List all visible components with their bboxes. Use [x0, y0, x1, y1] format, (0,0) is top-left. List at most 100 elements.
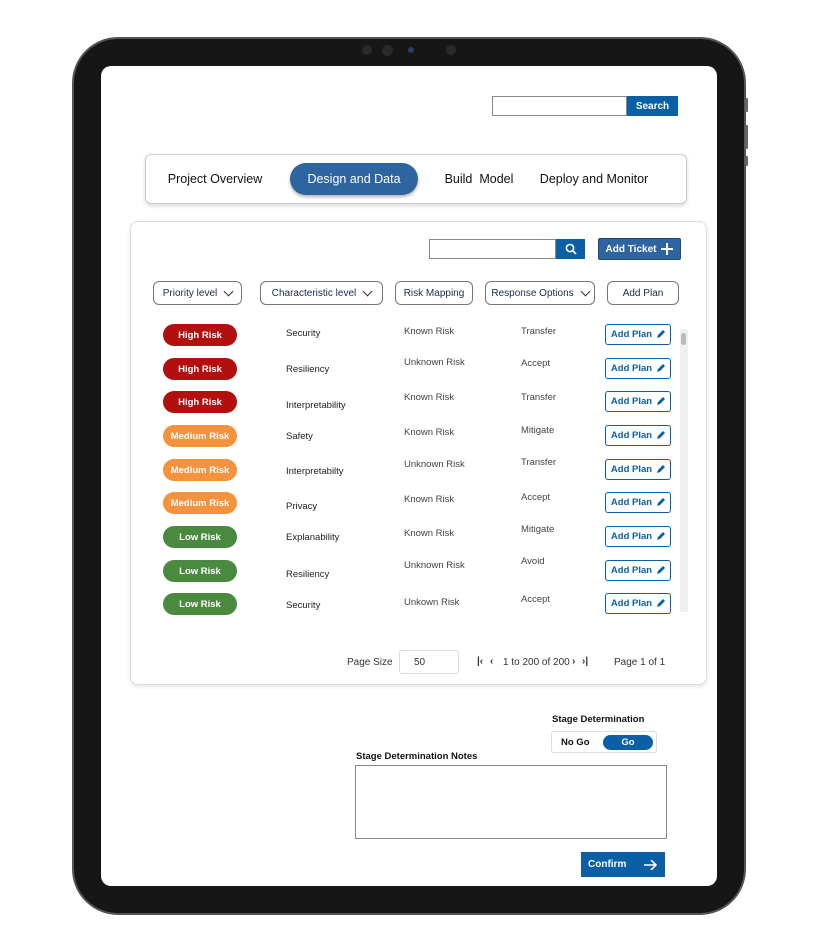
add-plan-label: Add Plan	[610, 430, 653, 441]
characteristic-cell: Security	[286, 600, 321, 611]
characteristic-level-label: Characteristic level	[271, 287, 357, 299]
add-plan-label: Add Plan	[610, 497, 653, 508]
scrollbar-track[interactable]	[680, 329, 688, 612]
device-button	[745, 98, 748, 112]
search-icon	[565, 243, 577, 255]
camera-dot	[362, 45, 372, 55]
characteristic-cell: Safety	[286, 431, 313, 442]
add-plan-button[interactable]: Add Plan	[605, 593, 671, 614]
response-options-dropdown[interactable]: Response Options	[485, 281, 595, 305]
characteristic-cell: Interpretability	[286, 400, 346, 411]
table-row: High Risk Interpretability Known Risk Tr…	[131, 387, 671, 417]
confirm-button[interactable]: Confirm	[581, 852, 665, 877]
characteristic-cell: Resiliency	[286, 364, 330, 375]
table-row: Low Risk Security Unkown Risk Accept Add…	[131, 589, 671, 619]
risk-mapping-cell: Known Risk	[404, 528, 455, 539]
risk-badge: High Risk	[163, 324, 237, 346]
tab-deploy-and-monitor[interactable]: Deploy and Monitor	[534, 163, 654, 195]
priority-level-dropdown[interactable]: Priority level	[153, 281, 242, 305]
risk-mapping-label: Risk Mapping	[403, 287, 465, 299]
add-plan-label: Add Plan	[610, 598, 653, 609]
table-row: Medium Risk Interpretabilty Unknown Risk…	[131, 455, 671, 485]
next-page-button[interactable]: ›	[572, 656, 575, 667]
device-button	[745, 125, 748, 149]
add-plan-label: Add Plan	[610, 329, 653, 340]
characteristic-cell: Resiliency	[286, 569, 330, 580]
pencil-icon	[657, 330, 666, 338]
characteristic-cell: Explanability	[286, 532, 340, 543]
first-page-button[interactable]: |‹	[477, 656, 483, 667]
characteristic-level-dropdown[interactable]: Characteristic level	[260, 281, 383, 305]
risk-mapping-cell: Known Risk	[404, 494, 455, 505]
chevron-down-icon	[580, 286, 591, 296]
risk-mapping-cell: Known Risk	[404, 427, 455, 438]
add-ticket-label: Add Ticket	[605, 243, 657, 255]
add-plan-button[interactable]: Add Plan	[605, 391, 671, 412]
risk-badge: Medium Risk	[163, 459, 237, 481]
characteristic-cell: Privacy	[286, 501, 318, 512]
pencil-icon	[657, 364, 666, 372]
screen: Search Project Overview Design and Data …	[101, 66, 717, 886]
add-plan-button[interactable]: Add Plan	[605, 492, 671, 513]
go-option[interactable]: Go	[603, 735, 653, 750]
add-plan-button[interactable]: Add Plan	[605, 560, 671, 581]
characteristic-cell: Interpretabilty	[286, 466, 344, 477]
risk-mapping-button[interactable]: Risk Mapping	[395, 281, 473, 305]
tab-project-overview[interactable]: Project Overview	[160, 163, 270, 195]
risk-badge: Medium Risk	[163, 425, 237, 447]
plus-icon	[661, 243, 674, 255]
device-button	[745, 156, 748, 166]
add-plan-button[interactable]: Add Plan	[605, 526, 671, 547]
risk-badge: High Risk	[163, 391, 237, 413]
scrollbar-thumb[interactable]	[681, 333, 686, 345]
notes-textarea[interactable]	[355, 765, 667, 839]
pencil-icon	[657, 532, 666, 540]
risk-mapping-cell: Known Risk	[404, 392, 455, 403]
add-plan-header-button[interactable]: Add Plan	[607, 281, 679, 305]
add-plan-button[interactable]: Add Plan	[605, 425, 671, 446]
response-cell: Accept	[521, 492, 551, 503]
risk-mapping-cell: Unknown Risk	[404, 357, 465, 368]
table-row: High Risk Security Known Risk Transfer A…	[131, 320, 671, 350]
risk-badge: Medium Risk	[163, 492, 237, 514]
add-ticket-button[interactable]: Add Ticket	[598, 238, 681, 260]
add-plan-label: Add Plan	[610, 363, 653, 374]
add-plan-button[interactable]: Add Plan	[605, 459, 671, 480]
tab-design-and-data[interactable]: Design and Data	[290, 163, 418, 195]
risk-mapping-cell: Unknown Risk	[404, 459, 465, 470]
add-plan-button[interactable]: Add Plan	[605, 324, 671, 345]
stage-determination-label: Stage Determination	[552, 714, 645, 725]
page-range: 1 to 200 of 200	[503, 657, 570, 668]
response-cell: Transfer	[521, 457, 557, 468]
prev-page-button[interactable]: ‹	[490, 656, 493, 667]
pencil-icon	[657, 566, 666, 574]
search-button[interactable]: Search	[627, 96, 678, 116]
go-no-go-toggle[interactable]: No Go Go	[551, 731, 657, 753]
camera-dot	[408, 47, 414, 53]
pencil-icon	[657, 465, 666, 473]
risk-badge: Low Risk	[163, 560, 237, 582]
risk-badge: Low Risk	[163, 593, 237, 615]
response-cell: Mitigate	[521, 425, 555, 436]
table-search-button[interactable]	[556, 239, 585, 259]
add-plan-label: Add Plan	[610, 565, 653, 576]
table-search-input[interactable]	[429, 239, 556, 259]
pencil-icon	[657, 397, 666, 405]
risk-mapping-cell: Known Risk	[404, 326, 455, 337]
last-page-button[interactable]: ›|	[582, 656, 588, 667]
tab-build-model[interactable]: Build Model	[436, 163, 522, 195]
page-size-input[interactable]: 50	[399, 650, 459, 674]
camera-dot	[382, 45, 393, 56]
risk-mapping-cell: Unkown Risk	[404, 597, 460, 608]
pencil-icon	[657, 599, 666, 607]
no-go-option[interactable]: No Go	[561, 737, 590, 748]
response-cell: Transfer	[521, 392, 557, 403]
add-plan-header-label: Add Plan	[622, 287, 664, 299]
table-row: Medium Risk Safety Known Risk Mitigate A…	[131, 421, 671, 451]
search-input[interactable]	[492, 96, 627, 116]
risk-badge: High Risk	[163, 358, 237, 380]
add-plan-button[interactable]: Add Plan	[605, 358, 671, 379]
page-indicator: Page 1 of 1	[614, 657, 666, 668]
page-size-label: Page Size	[347, 657, 393, 668]
add-plan-label: Add Plan	[610, 531, 653, 542]
